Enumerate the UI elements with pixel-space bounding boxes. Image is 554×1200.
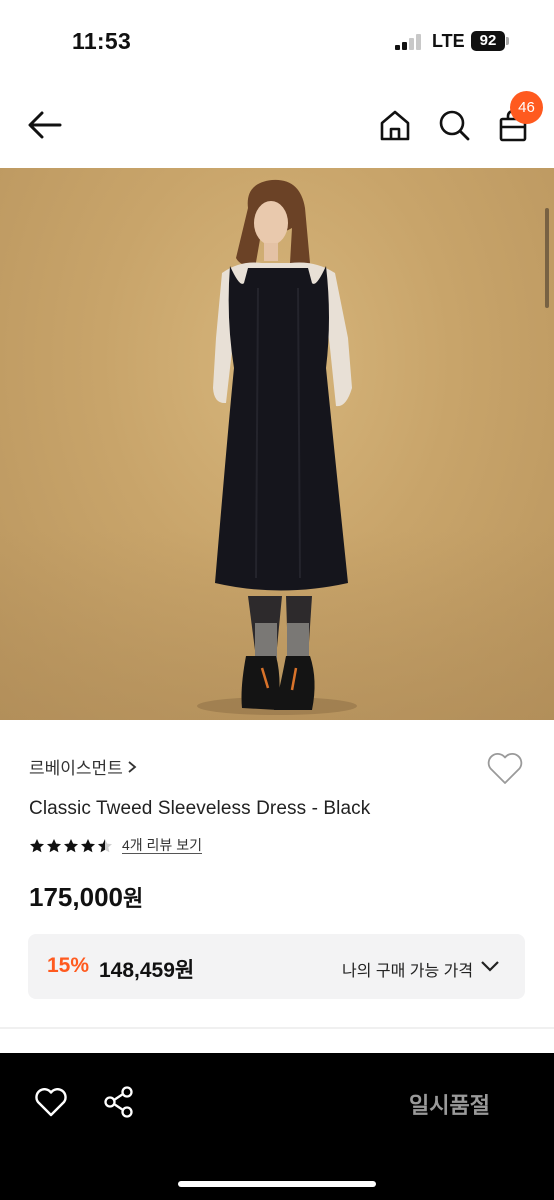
discount-rate: 15% xyxy=(47,954,90,977)
home-indicator xyxy=(178,1181,376,1187)
top-nav xyxy=(0,80,554,168)
product-price: 175,000원 xyxy=(29,881,143,913)
network-label: LTE xyxy=(432,31,465,51)
heart-icon[interactable] xyxy=(34,1087,68,1117)
search-icon[interactable] xyxy=(437,108,471,142)
product-title: Classic Tweed Sleeveless Dress - Black xyxy=(29,798,371,819)
product-info: 르베이스먼트 Classic Tweed Sleeveless Dress - … xyxy=(0,720,554,1030)
discount-label: 나의 구매 가능 가격 xyxy=(342,963,474,980)
cart-count-badge: 46 xyxy=(510,91,543,124)
home-icon[interactable] xyxy=(378,108,412,142)
status-time: 11:53 xyxy=(72,28,132,54)
section-divider xyxy=(0,1027,554,1029)
discount-price-toggle[interactable]: 15% 148,459원 나의 구매 가능 가격 xyxy=(28,934,525,999)
status-bar: 11:53 LTE 92 xyxy=(0,0,554,80)
share-icon[interactable] xyxy=(102,1085,136,1119)
heart-outline-icon[interactable] xyxy=(486,750,524,786)
signal-icon xyxy=(395,34,421,50)
star-full-icon xyxy=(64,838,78,852)
product-photo-illustration xyxy=(197,179,357,715)
brand-name: 르베이스먼트 xyxy=(29,759,123,778)
brand-link[interactable]: 르베이스먼트 xyxy=(29,754,137,779)
sold-out-label: 일시품절 xyxy=(409,1093,490,1118)
rating-row: 4개 리뷰 보기 xyxy=(29,837,202,854)
chevron-down-icon xyxy=(481,961,499,972)
battery-level: 92 xyxy=(471,31,505,51)
star-half-icon xyxy=(98,838,112,852)
price-amount: 175,000 xyxy=(29,882,123,912)
image-scroll-indicator xyxy=(545,208,549,308)
star-full-icon xyxy=(47,838,61,852)
discount-price: 148,459원 xyxy=(99,959,195,982)
price-unit: 원 xyxy=(122,886,144,911)
review-link[interactable]: 4개 리뷰 보기 xyxy=(122,837,202,854)
arrow-left-icon[interactable] xyxy=(26,108,64,142)
star-full-icon xyxy=(81,838,95,852)
star-full-icon xyxy=(30,838,44,852)
star-rating xyxy=(29,838,113,854)
battery-icon: 92 xyxy=(471,31,509,51)
bottom-action-bar: 일시품절 xyxy=(0,1053,554,1200)
chevron-right-icon xyxy=(128,760,137,773)
product-photo[interactable] xyxy=(0,168,554,720)
